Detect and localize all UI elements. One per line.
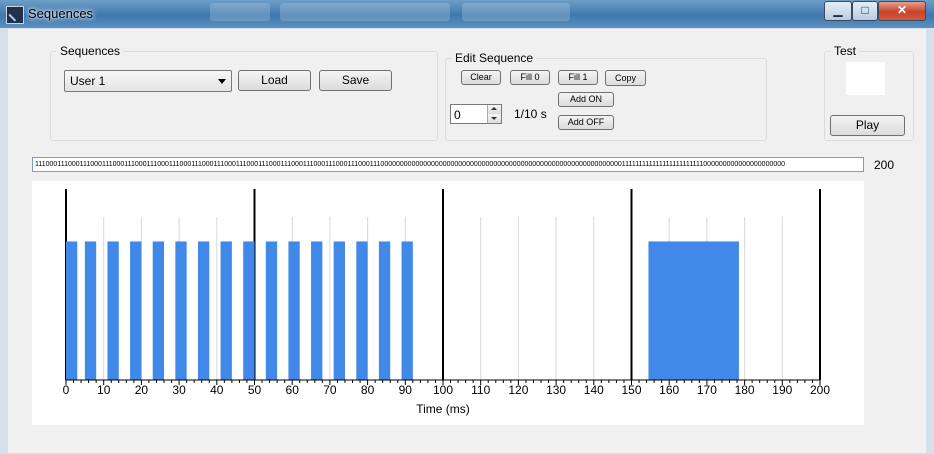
on-bar [243, 241, 255, 380]
background-window-title [210, 3, 270, 21]
play-button[interactable]: Play [830, 115, 905, 136]
x-tick-label: 190 [772, 383, 792, 397]
window-title: Sequences [28, 6, 94, 21]
sequence-select-value: User 1 [70, 74, 106, 88]
step-value: 0 [454, 108, 461, 122]
on-bar [265, 241, 278, 380]
x-tick-label: 10 [97, 383, 111, 397]
close-icon[interactable]: ✕ [878, 1, 926, 21]
x-tick-label: 200 [810, 383, 830, 397]
on-bar [648, 241, 739, 380]
x-tick-label: 60 [286, 383, 300, 397]
x-tick-label: 100 [433, 383, 453, 397]
sequence-chart: 0 10 20 30 40 50 60 70 80 90 100 110 120 130 140 150 160… [32, 181, 864, 425]
sequences-group-label: Sequences [60, 44, 121, 58]
x-tick-label: 20 [135, 383, 149, 397]
on-bar [84, 241, 97, 380]
x-tick-label: 130 [546, 383, 566, 397]
on-bar [356, 241, 368, 380]
sequence-text-input[interactable]: 1110001110001110001110001110001110001110… [32, 157, 864, 172]
copy-button[interactable]: Copy [605, 70, 646, 86]
maximize-icon[interactable]: □ [852, 1, 878, 21]
app-icon [6, 6, 24, 24]
x-tick-label: 140 [584, 383, 604, 397]
sequences-group: Sequences [50, 44, 438, 141]
x-tick-label: 30 [172, 383, 186, 397]
x-tick-label: 120 [508, 383, 528, 397]
on-bar [311, 241, 323, 380]
x-tick-label: 0 [63, 383, 70, 397]
chevron-down-icon [218, 79, 226, 84]
on-bar [220, 241, 232, 380]
unit-label: 1/10 s [514, 107, 547, 121]
test-group-label: Test [834, 44, 857, 58]
on-bar [175, 241, 187, 380]
on-bar [197, 241, 210, 380]
on-bar [378, 241, 391, 380]
fill-0-button[interactable]: Fill 0 [510, 70, 550, 85]
light-preview [846, 62, 885, 95]
edit-sequence-group-label: Edit Sequence [455, 51, 534, 65]
sequence-select[interactable]: User 1 [64, 70, 232, 92]
sequence-length: 200 [874, 158, 895, 172]
chart-svg: 0 10 20 30 40 50 60 70 80 90 100 110 120 130 140 150 160… [63, 189, 830, 416]
x-tick-label: 70 [323, 383, 337, 397]
background-window-title [280, 3, 450, 21]
on-bar [288, 241, 300, 380]
add-on-button[interactable]: Add ON [558, 92, 614, 107]
step-numeric-input[interactable]: 0 [450, 104, 502, 124]
x-tick-label: 50 [248, 383, 262, 397]
minimize-icon[interactable]: ▁ [824, 1, 852, 21]
title-bar: Sequences ▁ □ ✕ [0, 0, 934, 28]
save-button[interactable]: Save [319, 70, 392, 91]
clear-button[interactable]: Clear [461, 70, 501, 85]
load-button[interactable]: Load [238, 70, 311, 91]
x-tick-label: 160 [659, 383, 679, 397]
on-bar [401, 241, 413, 380]
background-window-title [462, 3, 570, 21]
x-tick-label: 170 [697, 383, 717, 397]
x-tick-label: 180 [735, 383, 755, 397]
x-tick-label: 90 [399, 383, 413, 397]
x-tick-label: 150 [621, 383, 641, 397]
x-tick-label: 40 [210, 383, 224, 397]
fill-1-button[interactable]: Fill 1 [558, 70, 598, 85]
on-bar [333, 241, 345, 380]
on-bar [152, 241, 165, 380]
x-tick-label: 80 [361, 383, 375, 397]
on-bar [130, 241, 142, 380]
spin-up-icon[interactable] [487, 105, 501, 114]
spin-down-icon[interactable] [487, 114, 501, 123]
on-bar [107, 241, 119, 380]
x-tick-label: 110 [471, 383, 490, 397]
on-bar [66, 241, 78, 380]
x-axis-label: Time (ms) [416, 402, 470, 416]
window-client-area: Sequences User 1 Load Save Edit Sequence… [8, 29, 926, 453]
add-off-button[interactable]: Add OFF [558, 115, 614, 130]
